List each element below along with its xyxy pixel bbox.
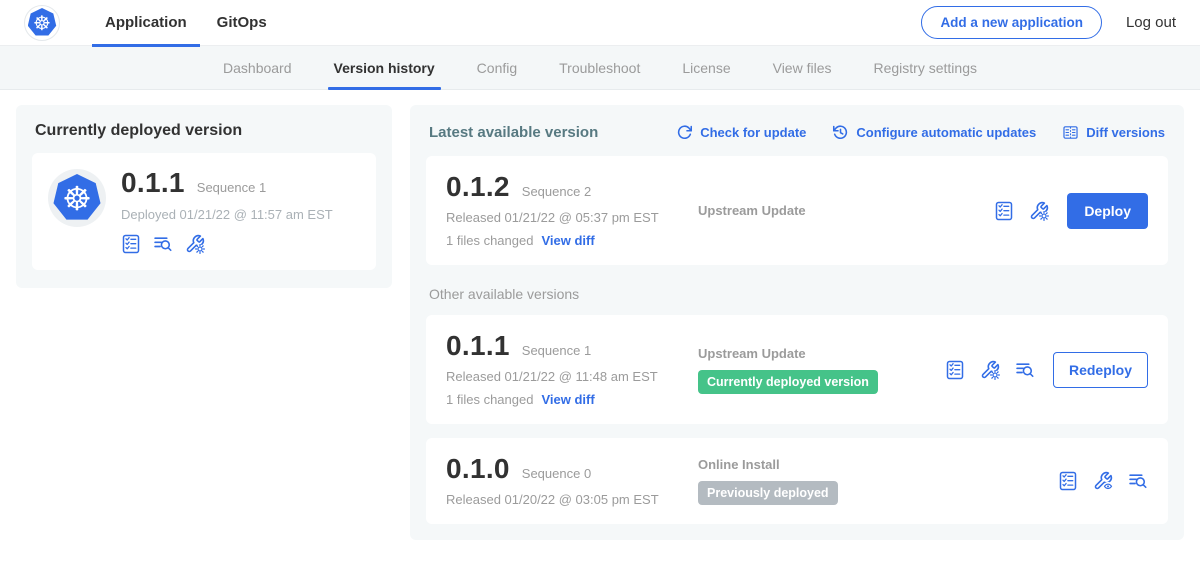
kubernetes-helm-icon: ☸ <box>28 8 57 37</box>
subnav-tab-dashboard[interactable]: Dashboard <box>223 46 292 89</box>
deployed-version-info: 0.1.1 Sequence 1 Deployed 01/21/22 @ 11:… <box>121 169 333 254</box>
add-application-button[interactable]: Add a new application <box>921 6 1102 39</box>
version-source-label: Upstream Update <box>698 203 806 218</box>
version-source-label: Upstream Update <box>698 346 806 361</box>
preflight-checks-icon[interactable] <box>1015 360 1035 380</box>
refresh-icon <box>676 124 693 141</box>
logout-link[interactable]: Log out <box>1126 14 1176 31</box>
release-notes-icon[interactable] <box>121 234 141 254</box>
subnav-tab-label: Config <box>477 60 517 76</box>
edit-config-icon[interactable] <box>1029 201 1049 221</box>
subnav-tab-label: License <box>682 60 730 76</box>
release-notes-icon[interactable] <box>1058 471 1078 491</box>
preflight-checks-icon[interactable] <box>153 234 173 254</box>
previously-deployed-badge: Previously deployed <box>698 481 838 505</box>
subnav-tab-label: Troubleshoot <box>559 60 640 76</box>
tab-application[interactable]: Application <box>90 0 202 46</box>
view-config-icon[interactable] <box>185 234 205 254</box>
app-nav-tabs: Application GitOps <box>90 0 282 46</box>
subnav-tab-label: Version history <box>334 60 435 76</box>
files-changed-label: 1 files changed <box>446 392 533 407</box>
deployed-sequence-label: Sequence 1 <box>197 180 266 195</box>
deployed-timestamp: Deployed 01/21/22 @ 11:57 am EST <box>121 207 333 222</box>
view-config-icon[interactable] <box>1093 471 1113 491</box>
version-source-label: Online Install <box>698 457 780 472</box>
deployed-version-number: 0.1.1 <box>121 169 185 197</box>
version-number: 0.1.0 <box>446 455 510 483</box>
app-subnav: Dashboard Version history Config Trouble… <box>0 46 1200 90</box>
released-timestamp: Released 01/20/22 @ 03:05 pm EST <box>446 492 698 507</box>
currently-deployed-title: Currently deployed version <box>35 122 376 140</box>
subnav-tab-label: Dashboard <box>223 60 292 76</box>
subnav-tab-label: Registry settings <box>874 60 977 76</box>
check-for-update-label: Check for update <box>700 125 806 140</box>
currently-deployed-panel: Currently deployed version ☸ 0.1.1 Seque… <box>16 105 392 288</box>
edit-config-icon[interactable] <box>980 360 1000 380</box>
subnav-tab-view-files[interactable]: View files <box>773 46 832 89</box>
subnav-tab-troubleshoot[interactable]: Troubleshoot <box>559 46 640 89</box>
files-changed-label: 1 files changed <box>446 233 533 248</box>
version-card-0-1-0: 0.1.0 Sequence 0 Released 01/20/22 @ 03:… <box>426 438 1168 524</box>
configure-automatic-updates-link[interactable]: Configure automatic updates <box>832 124 1036 141</box>
subnav-tab-version-history[interactable]: Version history <box>334 46 435 89</box>
view-diff-link[interactable]: View diff <box>541 233 594 248</box>
sequence-label: Sequence 0 <box>522 466 591 481</box>
diff-versions-link[interactable]: Diff versions <box>1062 124 1165 141</box>
kubernetes-helm-icon: ☸ <box>53 174 101 222</box>
schedule-icon <box>832 124 849 141</box>
sequence-label: Sequence 2 <box>522 184 591 199</box>
deploy-button[interactable]: Deploy <box>1067 193 1148 229</box>
redeploy-button[interactable]: Redeploy <box>1053 352 1148 388</box>
released-timestamp: Released 01/21/22 @ 05:37 pm EST <box>446 210 698 225</box>
subnav-tab-license[interactable]: License <box>682 46 730 89</box>
version-card-0-1-2: 0.1.2 Sequence 2 Released 01/21/22 @ 05:… <box>426 156 1168 265</box>
subnav-tab-config[interactable]: Config <box>477 46 517 89</box>
check-for-update-link[interactable]: Check for update <box>676 124 806 141</box>
sequence-label: Sequence 1 <box>522 343 591 358</box>
configure-updates-label: Configure automatic updates <box>856 125 1036 140</box>
currently-deployed-card: ☸ 0.1.1 Sequence 1 Deployed 01/21/22 @ 1… <box>32 153 376 270</box>
view-diff-link[interactable]: View diff <box>541 392 594 407</box>
released-timestamp: Released 01/21/22 @ 11:48 am EST <box>446 369 698 384</box>
other-available-title: Other available versions <box>429 286 1165 302</box>
diff-versions-label: Diff versions <box>1086 125 1165 140</box>
subnav-tab-label: View files <box>773 60 832 76</box>
preflight-checks-icon[interactable] <box>1128 471 1148 491</box>
diff-icon <box>1062 124 1079 141</box>
version-actions: Check for update Configure automatic upd… <box>676 124 1165 141</box>
app-logo: ☸ <box>48 169 106 227</box>
version-number: 0.1.2 <box>446 173 510 201</box>
currently-deployed-badge: Currently deployed version <box>698 370 878 394</box>
latest-available-title: Latest available version <box>429 124 598 141</box>
version-history-panel: Latest available version Check for updat… <box>410 105 1184 540</box>
version-number: 0.1.1 <box>446 332 510 360</box>
kubernetes-logo: ☸ <box>24 5 60 41</box>
version-card-0-1-1: 0.1.1 Sequence 1 Released 01/21/22 @ 11:… <box>426 315 1168 424</box>
release-notes-icon[interactable] <box>945 360 965 380</box>
tab-gitops-label: GitOps <box>217 14 267 31</box>
tab-gitops[interactable]: GitOps <box>202 0 282 46</box>
main-content: Currently deployed version ☸ 0.1.1 Seque… <box>0 90 1200 555</box>
top-navbar: ☸ Application GitOps Add a new applicati… <box>0 0 1200 46</box>
tab-application-label: Application <box>105 14 187 31</box>
subnav-tab-registry-settings[interactable]: Registry settings <box>874 46 977 89</box>
topnav-right: Add a new application Log out <box>921 6 1176 39</box>
release-notes-icon[interactable] <box>994 201 1014 221</box>
